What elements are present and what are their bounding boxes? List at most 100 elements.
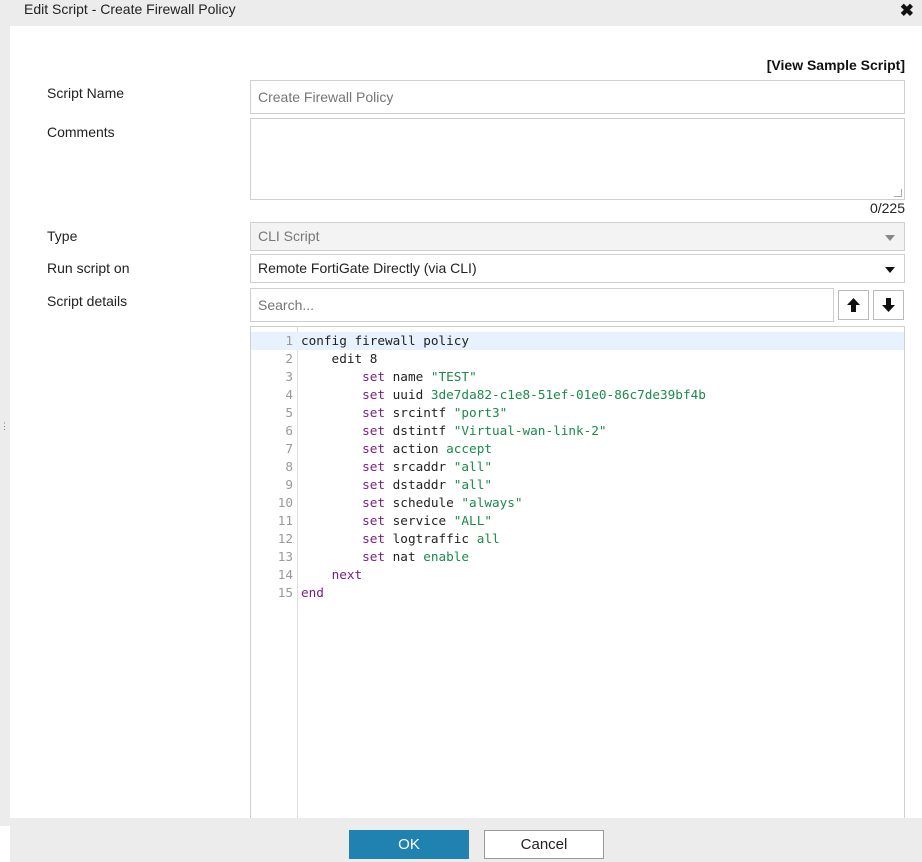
code-line[interactable]: 7 set action accept: [251, 440, 904, 458]
code-line[interactable]: 13 set nat enable: [251, 548, 904, 566]
code-line[interactable]: 1 config firewall policy: [251, 332, 904, 350]
dialog-titlebar: Edit Script - Create Firewall Policy ✖: [0, 0, 922, 26]
code-token: edit 8: [301, 351, 378, 366]
code-token: "Virtual-wan-link-2": [453, 423, 607, 438]
code-text: set srcintf "port3": [301, 404, 507, 422]
line-number: 2: [285, 351, 293, 366]
code-token: schedule: [385, 495, 462, 510]
code-text: config firewall policy: [301, 332, 469, 350]
code-token: set: [362, 441, 386, 456]
code-line[interactable]: 11 set service "ALL": [251, 512, 904, 530]
type-select: CLI Script: [250, 222, 905, 251]
code-token: set: [362, 387, 386, 402]
line-number: 9: [285, 477, 293, 492]
code-token: set: [362, 405, 386, 420]
code-token: uuid: [385, 387, 431, 402]
code-token: dstintf: [385, 423, 454, 438]
line-number: 7: [285, 441, 293, 456]
script-editor[interactable]: 1 config firewall policy 2 edit 83 set nam…: [250, 326, 905, 818]
line-number: 6: [285, 423, 293, 438]
code-line[interactable]: 14 next: [251, 566, 904, 584]
line-number: 10: [277, 495, 293, 510]
code-line[interactable]: 15 end: [251, 584, 904, 602]
code-token: "ALL": [453, 513, 492, 528]
line-number: 13: [277, 549, 293, 564]
type-selected-value: CLI Script: [258, 228, 320, 244]
search-input[interactable]: [250, 288, 834, 322]
grip-icon[interactable]: ⋮: [0, 422, 9, 436]
line-number: 11: [277, 513, 293, 528]
search-next-button[interactable]: [873, 290, 904, 320]
comments-counter: 0/225: [869, 200, 905, 216]
code-text: set schedule "always": [301, 494, 522, 512]
code-token: nat: [385, 549, 424, 564]
code-line[interactable]: 12 set logtraffic all: [251, 530, 904, 548]
cancel-button[interactable]: Cancel: [484, 830, 604, 859]
comments-textarea[interactable]: [250, 118, 905, 200]
code-token: logtraffic: [385, 531, 477, 546]
code-text: set srcaddr "all": [301, 458, 492, 476]
script-name-label: Script Name: [47, 85, 125, 101]
code-token: enable: [423, 549, 470, 564]
code-token: action: [385, 441, 447, 456]
code-text: set name "TEST": [301, 368, 477, 386]
view-sample-script-link[interactable]: [View Sample Script]: [767, 57, 905, 73]
code-token: srcintf: [385, 405, 454, 420]
arrow-up-icon: [847, 298, 860, 312]
code-token: 3de7da82-c1e8-51ef-01e0-86c7de39bf4b: [430, 387, 706, 402]
code-token: end: [301, 585, 324, 600]
code-token: set: [362, 495, 386, 510]
resize-handle-icon[interactable]: [894, 189, 902, 197]
code-token: set: [362, 477, 386, 492]
code-line[interactable]: 9 set dstaddr "all": [251, 476, 904, 494]
type-label: Type: [47, 228, 78, 244]
code-token: set: [362, 531, 386, 546]
code-text: set action accept: [301, 440, 492, 458]
script-name-input[interactable]: [250, 80, 905, 114]
line-number: 5: [285, 405, 293, 420]
code-line[interactable]: 4 set uuid 3de7da82-c1e8-51ef-01e0-86c7d…: [251, 386, 904, 404]
code-line[interactable]: 5 set srcintf "port3": [251, 404, 904, 422]
close-icon[interactable]: ✖: [900, 0, 914, 22]
line-number: 15: [277, 585, 293, 600]
code-token: name: [385, 369, 431, 384]
chevron-down-icon: [885, 235, 895, 241]
dialog-title: Edit Script - Create Firewall Policy: [24, 1, 236, 17]
code-line[interactable]: 2 edit 8: [251, 350, 904, 368]
ok-button[interactable]: OK: [349, 830, 469, 859]
line-number: 14: [277, 567, 293, 582]
code-line[interactable]: 6 set dstintf "Virtual-wan-link-2": [251, 422, 904, 440]
code-token: service: [385, 513, 454, 528]
code-line[interactable]: 10 set schedule "always": [251, 494, 904, 512]
code-text: set service "ALL": [301, 512, 492, 530]
code-token: dstaddr: [385, 477, 454, 492]
code-token: next: [331, 567, 363, 582]
line-number: 4: [285, 387, 293, 402]
run-script-on-selected-value: Remote FortiGate Directly (via CLI): [258, 260, 477, 276]
code-line[interactable]: 3 set name "TEST": [251, 368, 904, 386]
code-text: set dstaddr "all": [301, 476, 492, 494]
line-number: 8: [285, 459, 293, 474]
chevron-down-icon: [885, 267, 895, 273]
code-token: set: [362, 549, 386, 564]
code-token: config firewall policy: [301, 333, 470, 348]
code-line[interactable]: 8 set srcaddr "all": [251, 458, 904, 476]
search-previous-button[interactable]: [838, 290, 869, 320]
code-text: set logtraffic all: [301, 530, 500, 548]
run-script-on-select[interactable]: Remote FortiGate Directly (via CLI): [250, 254, 905, 283]
code-text: set nat enable: [301, 548, 469, 566]
code-token: "port3": [453, 405, 508, 420]
arrow-down-icon: [882, 298, 895, 312]
code-token: srcaddr: [385, 459, 454, 474]
